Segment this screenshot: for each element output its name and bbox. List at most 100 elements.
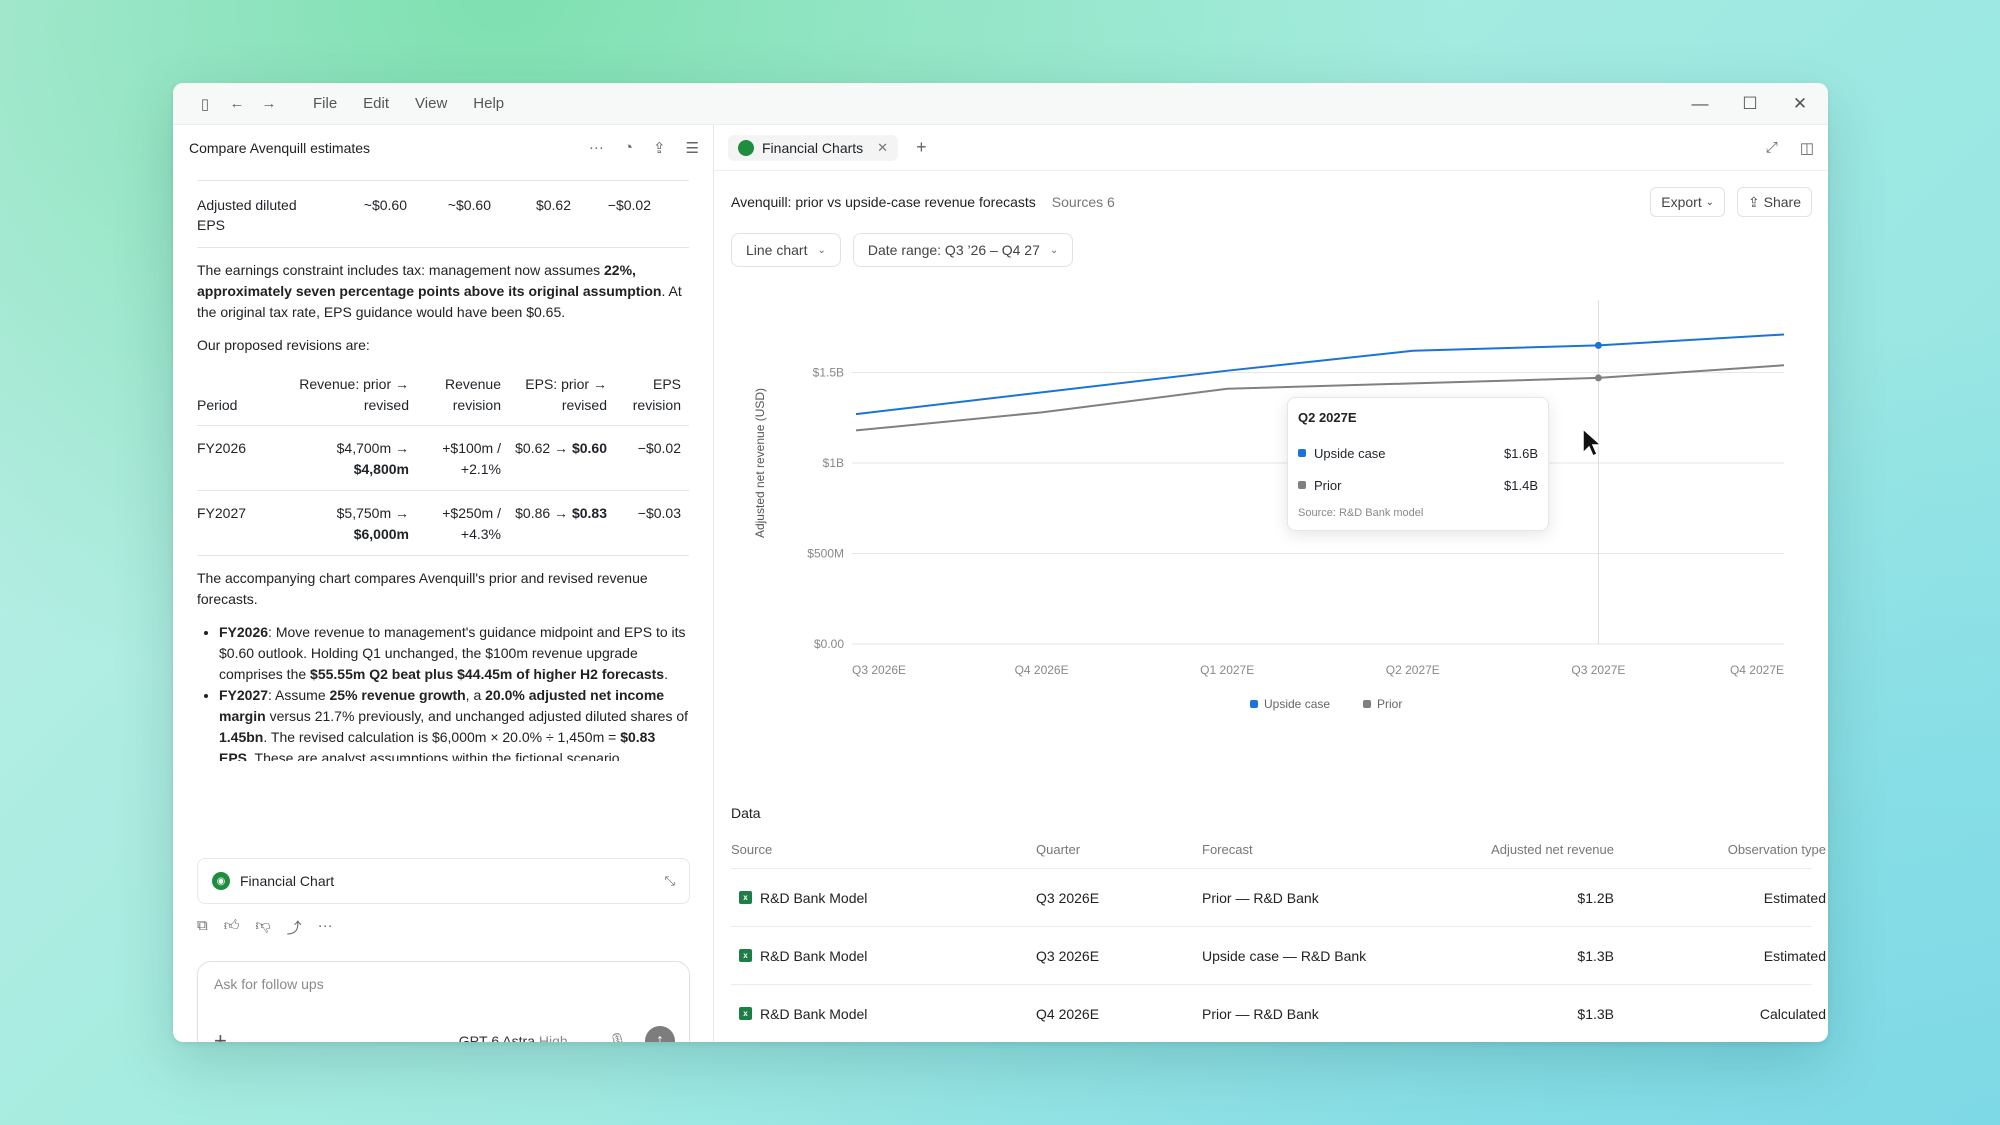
table-cell: −$0.02 [607,197,651,213]
chart-type-dropdown[interactable]: Line chart ⌄ [731,233,841,267]
chart-tooltip: Q2 2027E Upside case $1.6B Prior $1.4B S… [1287,397,1549,531]
follow-up-input[interactable] [214,976,673,992]
table-cell: Prior — R&D Bank [1202,889,1319,906]
sources-link[interactable]: Sources 6 [1052,194,1115,210]
eps-table-row: Adjusted diluted EPS ~$0.60 ~$0.60 $0.62… [197,181,689,248]
menu-view[interactable]: View [415,95,447,112]
add-tab-icon[interactable]: + [916,137,927,158]
thumbs-up-icon[interactable]: 👍︎ [224,917,240,938]
back-arrow-icon[interactable]: ← [223,90,251,118]
table-cell: +$100m / +2.1% [442,440,501,477]
copy-icon[interactable]: ⧉ [197,917,208,938]
table-cell: Q3 2026E [1036,889,1100,906]
model-selector[interactable]: GPT-6 Astra High ⌄ [459,1033,580,1042]
revisions-table: Period Revenue: prior → revised Revenue … [197,374,689,556]
data-point [1594,374,1602,382]
table-cell: $1.2B [1577,889,1614,906]
chevron-down-icon: ⌄ [1049,244,1059,256]
table-cell: −$0.02 [637,440,681,456]
follow-up-box: + GPT-6 Astra High ⌄ 🎙︎ ↑ [197,961,690,1042]
add-attachment-icon[interactable]: + [214,1028,227,1042]
spreadsheet-icon: x [739,891,752,904]
chat-scroll-area[interactable]: Adjusted diluted EPS ~$0.60 ~$0.60 $0.62… [173,171,713,761]
chart-logo-icon [738,139,754,156]
table-row[interactable]: x R&D Bank Model Q4 2026E Prior — R&D Ban… [731,985,1826,1042]
close-icon[interactable]: ✕ [1790,94,1810,114]
sidebar-toggle-icon[interactable]: ▯ [191,90,219,118]
table-header: EPS revision [632,376,681,413]
x-tick-label: Q2 2027E [1386,663,1440,677]
table-cell: FY2027 [197,505,247,521]
table-cell: R&D Bank Model [760,1005,868,1022]
share-branch-icon[interactable]: ⤴ [287,917,302,938]
date-range-dropdown[interactable]: Date range: Q3 ’26 – Q4 27 ⌄ [852,233,1074,267]
table-header[interactable]: Quarter [1036,842,1202,857]
tax-paragraph: The earnings constraint includes tax: ma… [197,262,682,320]
expand-icon[interactable]: ⤢ [1766,139,1778,157]
speed-icon[interactable]: ◔ [624,139,633,157]
table-row[interactable]: x R&D Bank Model Q3 2026E Upside case — R… [731,927,1826,985]
table-cell: $0.86 → $0.83 [515,505,607,521]
table-row[interactable]: x R&D Bank Model Q3 2026E Prior — R&D Ban… [731,869,1826,927]
maximize-icon[interactable]: ☐ [1740,94,1760,114]
financial-chart-card[interactable]: ◉ Financial Chart ⤡ [197,858,690,904]
collapse-icon[interactable]: ⤡ [665,873,675,889]
table-cell: $5,750m → $6,000m [336,505,409,542]
minimize-icon[interactable]: — [1690,94,1710,114]
y-tick-label: $1B [823,456,844,470]
legend-label: Prior [1377,697,1402,711]
x-tick-label: Q4 2026E [1015,663,1069,677]
send-button[interactable]: ↑ [645,1026,675,1042]
chart-logo-icon: ◉ [212,872,230,890]
title-bar: ▯ ← → File Edit View Help — ☐ ✕ [173,83,1828,125]
upload-icon[interactable]: ⇪ [653,139,666,157]
export-button[interactable]: Export ⌄ [1650,187,1726,217]
line-chart[interactable]: $0.00$500M$1B$1.5B$2BAdjusted net revenu… [714,300,1824,770]
menu-edit[interactable]: Edit [363,95,389,112]
table-cell: Q4 2026E [1036,1005,1100,1022]
panel-toggle-icon[interactable]: ◫ [1800,139,1814,157]
table-header: Period [197,397,238,413]
table-cell: Upside case — R&D Bank [1202,947,1367,964]
app-window: ▯ ← → File Edit View Help — ☐ ✕ Compare … [173,83,1828,1042]
data-table-header: Source Quarter Forecast Adjusted net rev… [731,839,1826,869]
table-header[interactable]: Adjusted net revenue [1406,842,1614,857]
legend-swatch [1298,481,1306,489]
table-row: FY2027 $5,750m → $6,000m +$250m / +4.3% $… [197,491,689,556]
table-header[interactable]: Observation type [1614,842,1826,857]
table-header[interactable]: Forecast [1202,842,1406,857]
table-cell: R&D Bank Model [760,889,868,906]
thumbs-down-icon[interactable]: 👎︎ [255,917,270,938]
eps-row-label: Adjusted diluted EPS [197,197,297,233]
mouse-cursor-icon [1582,427,1603,458]
tab-financial-charts[interactable]: Financial Charts ✕ [728,134,899,161]
table-cell: $0.62 → $0.60 [515,440,607,456]
forward-arrow-icon[interactable]: → [255,90,283,118]
menu-file[interactable]: File [313,95,337,112]
table-header-row: Period Revenue: prior → revised Revenue … [197,374,689,426]
more-icon[interactable]: ··· [318,917,333,938]
more-options-icon[interactable]: ··· [589,139,604,157]
table-cell: Calculated [1759,1005,1826,1022]
y-tick-label: $500M [807,547,844,561]
close-tab-icon[interactable]: ✕ [877,140,888,156]
y-axis-label: Adjusted net revenue (USD) [753,388,767,538]
bullet-list: FY2026: Move revenue to management's gui… [197,622,689,761]
list-item: FY2026: Move revenue to management's gui… [219,622,689,685]
x-tick-label: Q1 2027E [1200,663,1254,677]
table-cell: $1.3B [1577,947,1614,964]
table-cell: $1.3B [1577,1005,1614,1022]
microphone-icon[interactable]: 🎙︎ [608,1032,627,1042]
table-cell: ~$0.60 [363,197,407,213]
share-button[interactable]: ⇪ Share [1737,187,1812,217]
table-cell: ~$0.60 [447,197,491,213]
data-section: Data Source Quarter Forecast Adjusted ne… [731,805,1826,1042]
chart-panel: Financial Charts ✕ + ⤢ ◫ Avenquill: prio… [714,125,1828,1042]
table-cell: Estimated [1763,889,1826,906]
menu-help[interactable]: Help [473,95,504,112]
table-cell: Estimated [1763,947,1826,964]
chat-panel: Compare Avenquill estimates ··· ◔ ⇪ ☰ Ad… [173,125,714,1042]
list-settings-icon[interactable]: ☰ [686,139,699,157]
table-header[interactable]: Source [731,842,1036,857]
table-header: EPS: prior → revised [525,376,607,413]
